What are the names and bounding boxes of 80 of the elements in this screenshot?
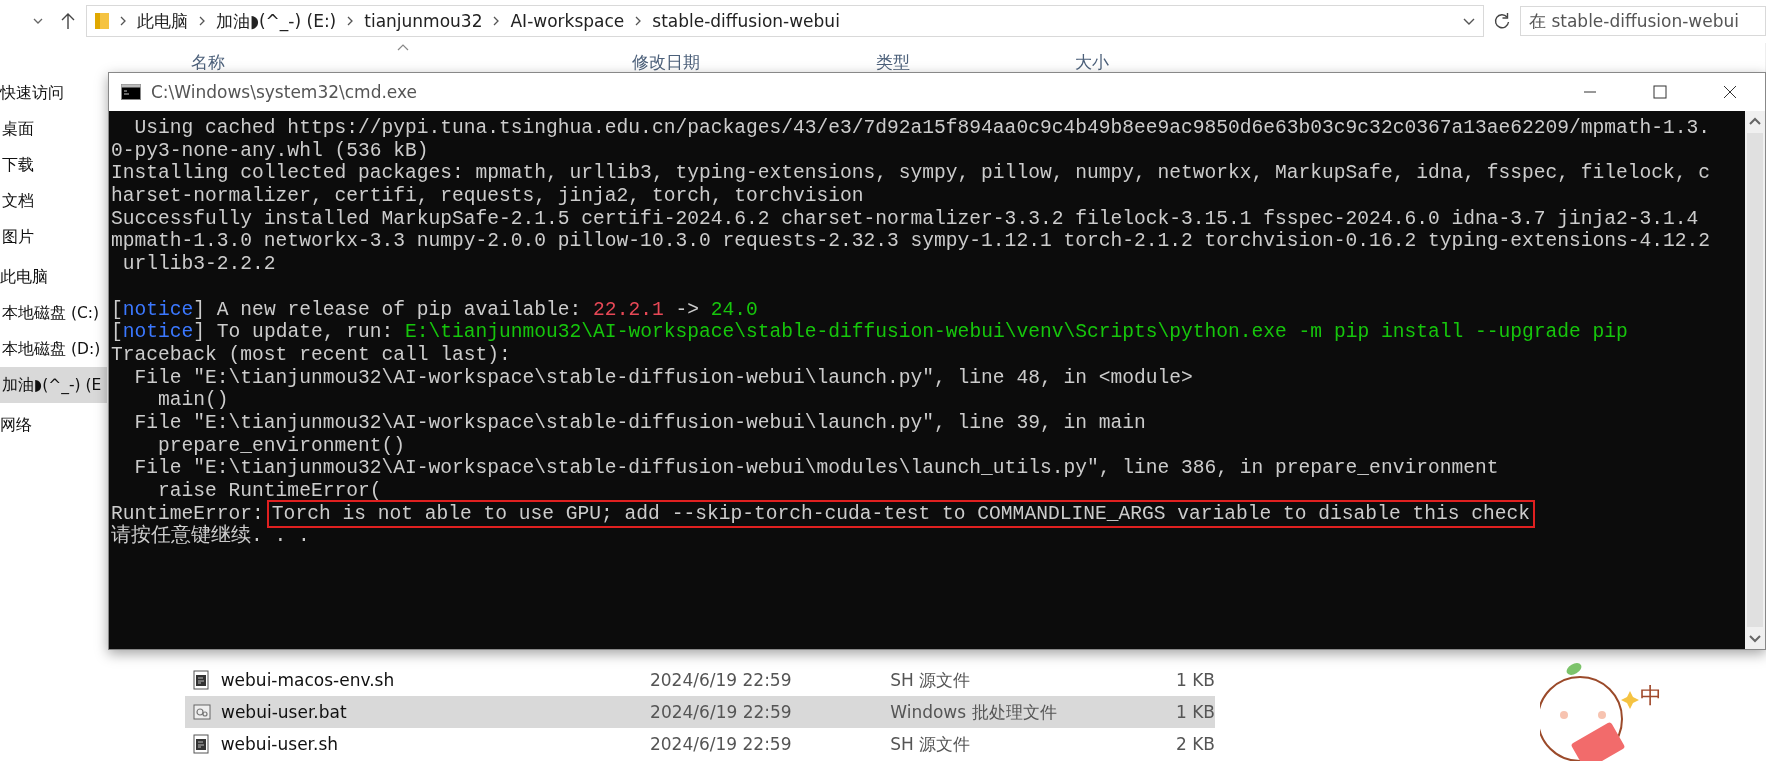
file-size: 1 KB [1175, 702, 1215, 722]
console-text: [ [111, 321, 123, 344]
chevron-icon [198, 16, 206, 26]
file-type: SH 源文件 [890, 668, 972, 692]
console-text: File "E:\tianjunmou32\AI-workspace\stable-diffusion-webui\modules\launch_utils.py", line 386, in prepare_environment [133, 457, 1499, 480]
console-text: Traceback (most recent call last): [111, 343, 511, 366]
sidebar-item[interactable]: 网络 [0, 407, 107, 443]
column-header[interactable]: 类型 [876, 51, 910, 74]
console-text: notice [122, 298, 194, 321]
file-type: Windows 批处理文件 [890, 700, 1058, 724]
file-name: webui-user.sh [219, 734, 340, 754]
dropdown-icon[interactable] [1463, 16, 1475, 26]
console-text: 0-py3-none-any.whl (536 kB) [111, 139, 429, 162]
breadcrumb[interactable]: stable-diffusion-webui [652, 11, 840, 31]
breadcrumb[interactable]: 此电脑 [137, 9, 188, 33]
breadcrumb[interactable]: AI-workspace [510, 11, 625, 31]
console-text: RuntimeError: [111, 502, 264, 525]
console-text: notice [122, 321, 194, 344]
column-header[interactable]: 大小 [1075, 51, 1109, 74]
console-text: 24.0 [710, 298, 758, 321]
console-text: E:\tianjunmou32\AI-workspace\stable-diffusion-webui\venv\Scripts\python.exe -m pip install --upgrade pip [405, 321, 1628, 344]
file-row[interactable]: webui-macos-env.sh 2024/6/19 22:59 SH 源文件 1 KB [185, 664, 1215, 696]
console-text: raise RuntimeError( [157, 480, 382, 502]
console-text: [ [111, 298, 123, 321]
gear-file-icon [193, 703, 211, 721]
console-text: main() [157, 389, 229, 412]
file-row[interactable]: webui-user.bat 2024/6/19 22:59 Windows 批处理文件 1 KB [185, 696, 1215, 728]
search-field[interactable]: 在 stable-diffusion-webui [1520, 6, 1766, 36]
file-type: SH 源文件 [890, 732, 972, 756]
address-bar[interactable]: 此电脑 加油◗(^_-) (E:) tianjunmou32 AI-workspace stable-diffusion-webui [86, 5, 1484, 37]
sort-caret-icon [397, 43, 409, 51]
text-file-icon [193, 670, 211, 690]
file-date: 2024/6/19 22:59 [649, 670, 793, 690]
file-row[interactable]: webui-user.sh 2024/6/19 22:59 SH 源文件 2 KB [185, 728, 1215, 760]
chevron-icon [634, 16, 643, 26]
sidebar-item[interactable]: 文档 [0, 183, 107, 219]
console-text: 请按任意键继续. . . [111, 525, 310, 548]
file-size: 2 KB [1174, 734, 1215, 754]
sidebar-item[interactable]: 此电脑 [0, 259, 107, 295]
column-header[interactable]: 名称 [191, 51, 225, 74]
console-text: 22.2.1 [593, 298, 664, 321]
console-text: File "E:\tianjunmou32\AI-workspace\stable-diffusion-webui\launch.py", line 48, in <module> [133, 366, 1193, 389]
sidebar-item[interactable]: 桌面 [0, 111, 107, 147]
console-text: ] A new release of pip available: [193, 298, 583, 321]
column-header[interactable]: 修改日期 [632, 51, 700, 74]
scroll-up-icon[interactable] [1749, 117, 1761, 125]
file-size: 1 KB [1174, 670, 1215, 690]
console-text: Installing collected packages: mpmath, urllib3, typing-extensions, sympy, pillow, numpy, networkx, MarkupSafe, idna, fsspec, filelock, c [111, 162, 1711, 185]
chevron-icon [346, 16, 355, 26]
file-date: 2024/6/19 22:59 [649, 734, 793, 754]
sidebar-item[interactable]: 快速访问 [0, 75, 107, 111]
highlighted-error-message: Torch is not able to use GPU; add --skip-torch-cuda-test to COMMANDLINE_ARGS variable to disable this check [269, 502, 1532, 525]
file-date: 2024/6/19 22:59 [650, 702, 793, 722]
breadcrumb[interactable]: 加油◗(^_-) (E:) [216, 9, 337, 33]
sidebar-item[interactable]: 本地磁盘 (D:) [0, 331, 107, 367]
scroll-down-icon[interactable] [1749, 635, 1761, 643]
console-text: prepare_environment() [157, 434, 405, 457]
console-text: File "E:\tianjunmou32\AI-workspace\stable-diffusion-webui\launch.py", line 39, in main [133, 411, 1146, 434]
breadcrumb[interactable]: tianjunmou32 [364, 11, 483, 31]
sticker-text: 中 [1640, 682, 1662, 710]
window-title: C:\Windows\system32\cmd.exe [151, 82, 418, 102]
scrollbar[interactable] [1745, 111, 1765, 649]
file-name: webui-user.bat [220, 702, 348, 722]
console-text: -> [674, 298, 700, 321]
console-text: harset-normalizer, certifi, requests, jinja2, torch, torchvision [111, 185, 864, 208]
console-text: urllib3-2.2.2 [121, 253, 276, 276]
sidebar-item[interactable]: 图片 [0, 219, 107, 255]
console-text: Using cached https://pypi.tuna.tsinghua.edu.cn/packages/43/e3/7d92a15f894aa0c9c4b49b8ee9ac9850d6e63b03c9c32c0367a13ae62209/mpmath-1.3. [133, 117, 1711, 139]
chevron-icon [492, 16, 501, 26]
file-name: webui-macos-env.sh [219, 670, 396, 690]
sidebar-item[interactable]: 下载 [0, 147, 107, 183]
console-text: ] To update, run: [193, 321, 395, 344]
console-text: mpmath-1.3.0 networkx-3.3 numpy-2.0.0 pillow-10.3.0 requests-2.32.3 sympy-1.12.1 torch-2.1.2 torchvision-0.16.2 typing-extensions-4.12.2 [111, 230, 1711, 253]
folder-icon [95, 12, 109, 30]
console-icon [121, 84, 141, 100]
sidebar-item[interactable]: 本地磁盘 (C:) [0, 295, 107, 331]
text-file-icon [193, 734, 211, 754]
sidebar-item[interactable]: 加油◗(^_-) (E [0, 367, 107, 403]
chevron-icon [119, 16, 127, 26]
console-text: Successfully installed MarkupSafe-2.1.5 certifi-2024.6.2 charset-normalizer-3.3.2 filelock-3.15.1 fsspec-2024.6.0 idna-3.7 jinja2-3.1.4 [111, 207, 1699, 230]
